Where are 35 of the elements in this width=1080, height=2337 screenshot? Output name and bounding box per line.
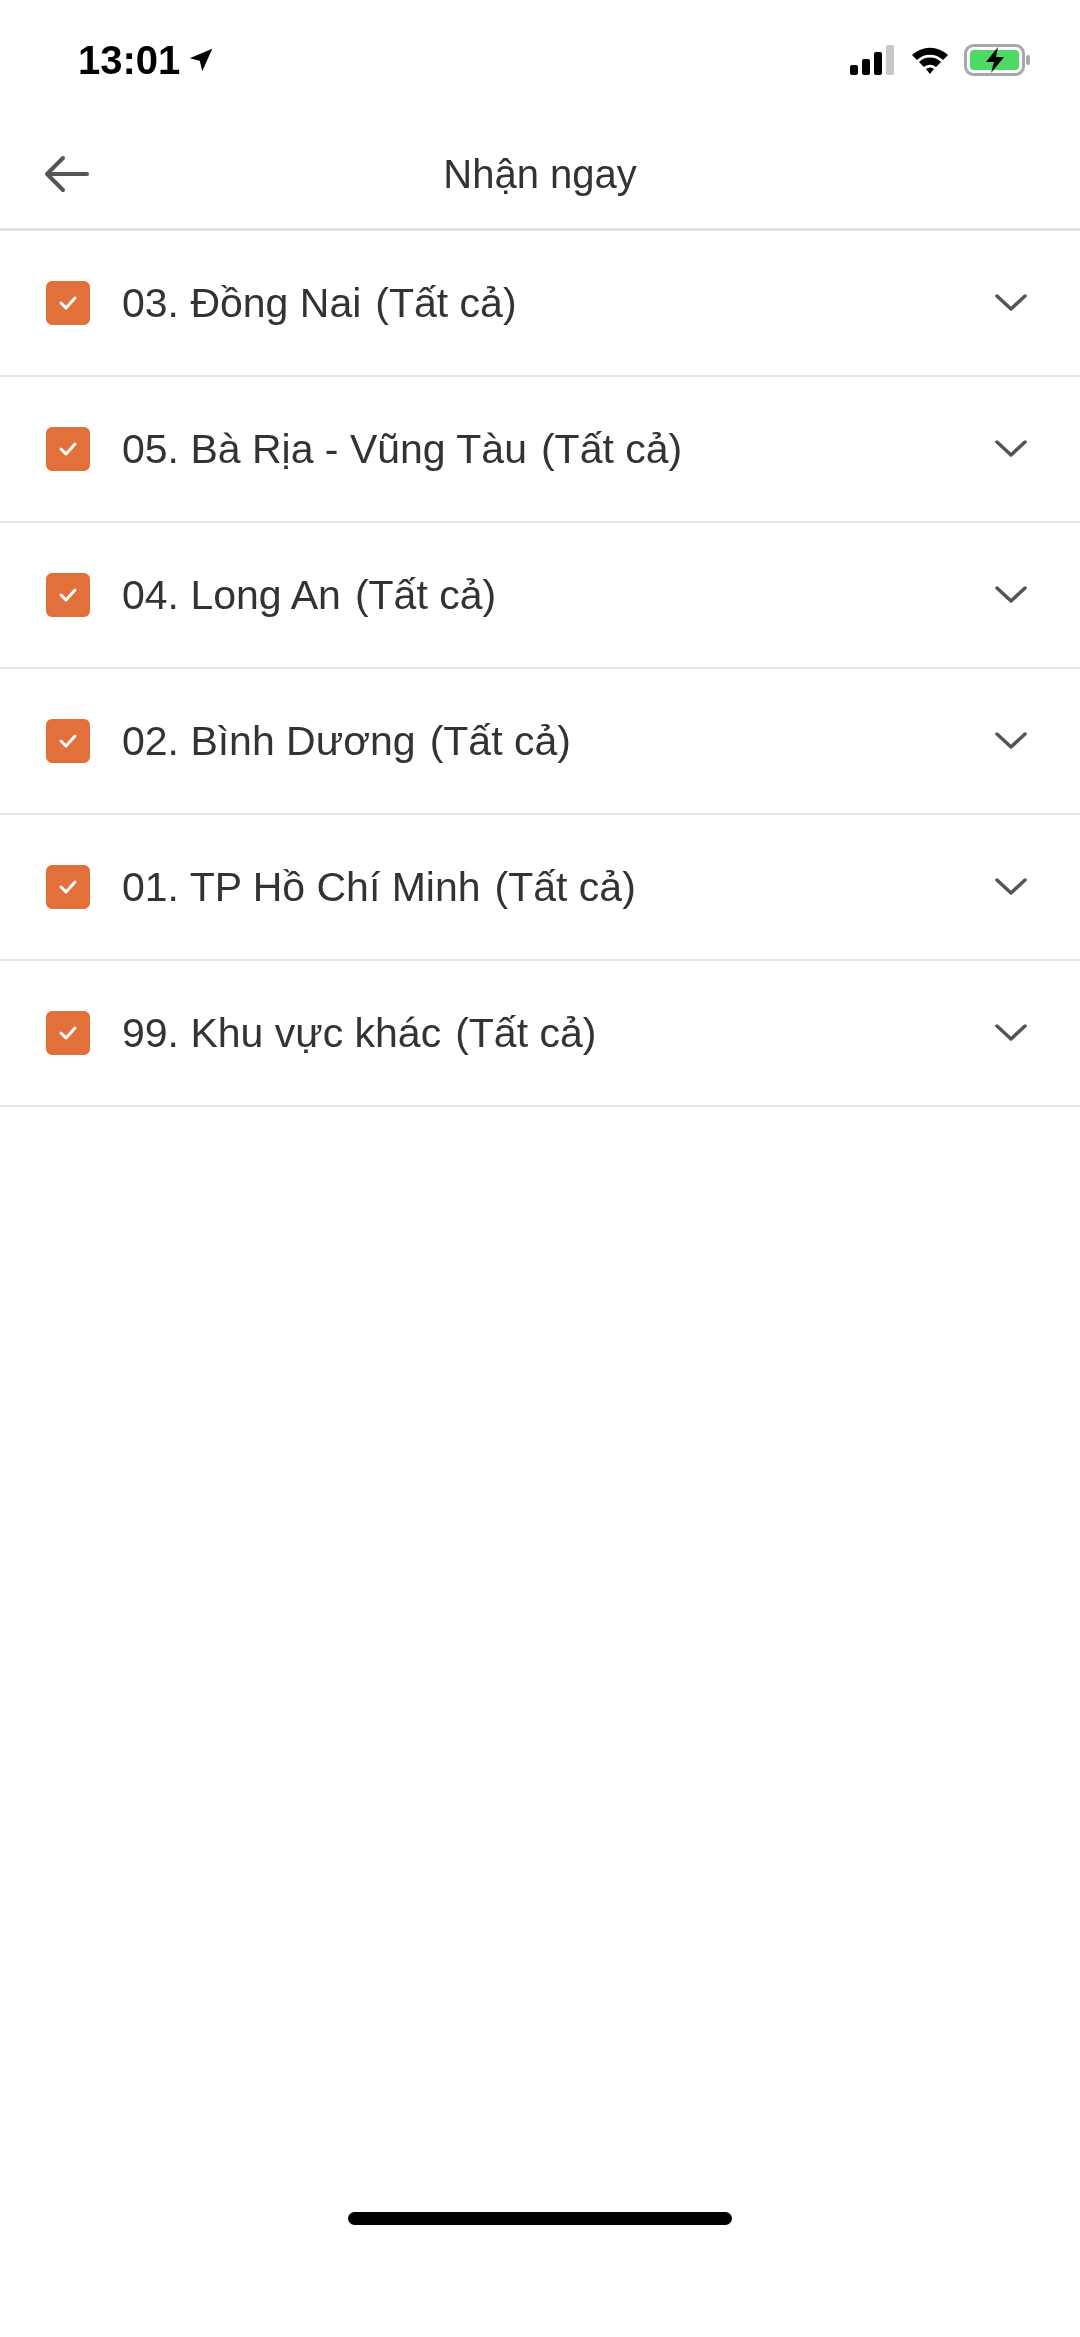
region-scope: (Tất cả) <box>540 425 683 473</box>
wifi-icon <box>910 45 950 75</box>
battery-charging-icon <box>964 44 1032 76</box>
region-scope: (Tất cả) <box>494 863 636 911</box>
region-row[interactable]: 01. TP Hồ Chí Minh (Tất cả) <box>0 815 1080 961</box>
region-name: 04. Long An <box>122 571 341 619</box>
chevron-icon[interactable] <box>994 585 1028 605</box>
chevron-icon[interactable] <box>994 439 1028 459</box>
region-name: 01. TP Hồ Chí Minh <box>122 863 481 911</box>
region-row[interactable]: 02. Bình Dương (Tất cả) <box>0 669 1080 815</box>
region-scope: (Tất cả) <box>375 279 517 327</box>
checkbox[interactable] <box>46 427 90 471</box>
checkbox[interactable] <box>46 281 90 325</box>
checkbox[interactable] <box>46 1011 90 1055</box>
region-name: 03. Đồng Nai <box>122 279 362 327</box>
region-row[interactable]: 99. Khu vực khác (Tất cả) <box>0 961 1080 1107</box>
page-title: Nhận ngay <box>443 151 637 197</box>
chevron-icon[interactable] <box>994 1023 1028 1043</box>
checkbox[interactable] <box>46 719 90 763</box>
checkbox[interactable] <box>46 865 90 909</box>
region-scope: (Tất cả) <box>455 1009 597 1057</box>
checkbox[interactable] <box>46 573 90 617</box>
region-scope: (Tất cả) <box>354 571 497 619</box>
chevron-icon[interactable] <box>994 731 1028 751</box>
region-name: 02. Bình Dương <box>122 717 416 765</box>
chevron-icon[interactable] <box>994 877 1028 897</box>
status-time: 13:01 <box>78 37 181 83</box>
region-name: 05. Bà Rịa - Vũng Tàu <box>122 425 527 473</box>
region-scope: (Tất cả) <box>429 717 571 765</box>
region-row[interactable]: 05. Bà Rịa - Vũng Tàu (Tất cả) <box>0 377 1080 523</box>
signal-icon <box>850 45 896 75</box>
region-name: 99. Khu vực khác <box>122 1009 442 1057</box>
region-row[interactable]: 03. Đồng Nai (Tất cả) <box>0 231 1080 377</box>
chevron-icon[interactable] <box>994 293 1028 313</box>
region-row[interactable]: 04. Long An (Tất cả) <box>0 523 1080 669</box>
